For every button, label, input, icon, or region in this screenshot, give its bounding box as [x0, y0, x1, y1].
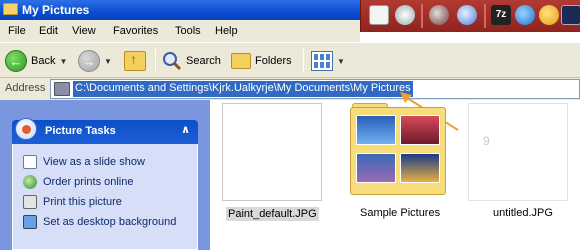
slideshow-icon — [23, 155, 37, 169]
address-value[interactable]: C:\Documents and Settings\Kjrk.Ualkyrje\… — [73, 81, 413, 97]
picture-tasks-header[interactable]: Picture Tasks ∧ — [12, 118, 198, 144]
quick-launch-tray: 7z — [360, 0, 580, 32]
sunset-thumb — [400, 115, 440, 145]
messenger-icon[interactable] — [539, 5, 559, 25]
file-caption-sample-pictures[interactable]: Sample Pictures — [360, 207, 440, 219]
search-button[interactable]: Search — [162, 48, 221, 74]
menu-view[interactable]: View — [72, 25, 96, 37]
folders-icon — [231, 53, 251, 69]
forward-arrow-icon: → — [78, 50, 100, 72]
menu-file[interactable]: File — [8, 25, 26, 37]
thunderbird-icon[interactable] — [457, 5, 477, 25]
address-label: Address — [5, 82, 46, 94]
file-caption-paint-default[interactable]: Paint_default.JPG — [226, 207, 319, 221]
toolbar-separator — [155, 49, 156, 73]
menu-help[interactable]: Help — [215, 25, 238, 37]
desktop-icon — [23, 215, 37, 229]
window-title: My Pictures — [22, 3, 90, 17]
winter-thumb — [400, 153, 440, 183]
chevron-down-icon[interactable]: ▼ — [59, 57, 67, 66]
panel-title: Picture Tasks — [45, 125, 116, 137]
media-icon[interactable] — [395, 5, 415, 25]
calendar-icon[interactable] — [561, 5, 580, 25]
views-button[interactable]: ▼ — [311, 48, 345, 74]
file-caption-untitled[interactable]: untitled.JPG — [493, 207, 553, 219]
task-label[interactable]: Order prints online — [43, 176, 134, 188]
chevron-down-icon[interactable]: ▼ — [104, 57, 112, 66]
task-order-prints[interactable]: Order prints online — [23, 174, 134, 190]
printer-icon — [23, 195, 37, 209]
menu-favorites[interactable]: Favorites — [113, 25, 158, 37]
collapse-icon[interactable]: ∧ — [181, 123, 190, 136]
7zip-icon[interactable]: 7z — [491, 5, 511, 25]
tray-separator — [484, 4, 486, 28]
blue-hills-thumb — [356, 115, 396, 145]
internet-explorer-icon[interactable] — [515, 5, 535, 25]
picture-tasks-body: View as a slide show Order prints online… — [12, 144, 198, 250]
toolbar-separator — [303, 49, 304, 73]
menu-bar: File Edit View Favorites Tools Help — [0, 20, 360, 42]
up-folder-button[interactable]: ↑ — [124, 48, 146, 74]
address-bar: Address C:\Documents and Settings\Kjrk.U… — [0, 78, 580, 100]
folder-thumbnail-sample-pictures[interactable] — [350, 103, 446, 195]
blank-image-glyph: 9 — [483, 134, 490, 148]
address-input[interactable]: C:\Documents and Settings\Kjrk.Ualkyrje\… — [50, 79, 580, 99]
back-label: Back — [31, 55, 56, 67]
back-button[interactable]: ← Back ▼ — [5, 48, 67, 74]
camera-folder-icon — [54, 82, 70, 96]
search-label: Search — [186, 55, 221, 67]
task-label[interactable]: Set as desktop background — [43, 216, 176, 228]
file-thumbnail-paint-default[interactable] — [222, 103, 322, 201]
paint-icon[interactable] — [369, 5, 389, 25]
back-arrow-icon: ← — [5, 50, 27, 72]
task-set-background[interactable]: Set as desktop background — [23, 214, 176, 230]
globe-icon — [23, 175, 37, 189]
menu-tools[interactable]: Tools — [175, 25, 201, 37]
camera-icon — [15, 118, 37, 140]
tray-separator — [421, 4, 423, 28]
folders-button[interactable]: Folders — [231, 48, 292, 74]
task-print[interactable]: Print this picture — [23, 194, 122, 210]
task-slideshow[interactable]: View as a slide show — [23, 154, 145, 170]
up-folder-icon: ↑ — [124, 51, 146, 71]
folders-label: Folders — [255, 55, 292, 67]
water-lilies-thumb — [356, 153, 396, 183]
task-label[interactable]: Print this picture — [43, 196, 122, 208]
folder-icon — [3, 3, 18, 15]
toolbar: ← Back ▼ → ▼ ↑ Search Folders ▼ — [0, 42, 580, 78]
chevron-down-icon[interactable]: ▼ — [337, 57, 345, 66]
search-icon — [163, 52, 182, 71]
file-thumbnail-untitled[interactable]: 9 — [468, 103, 568, 201]
views-icon — [311, 51, 333, 71]
menu-edit[interactable]: Edit — [39, 25, 58, 37]
network-icon[interactable] — [429, 5, 449, 25]
task-label[interactable]: View as a slide show — [43, 156, 145, 168]
forward-button[interactable]: → ▼ — [78, 48, 112, 74]
task-pane: Picture Tasks ∧ View as a slide show Ord… — [0, 100, 210, 250]
